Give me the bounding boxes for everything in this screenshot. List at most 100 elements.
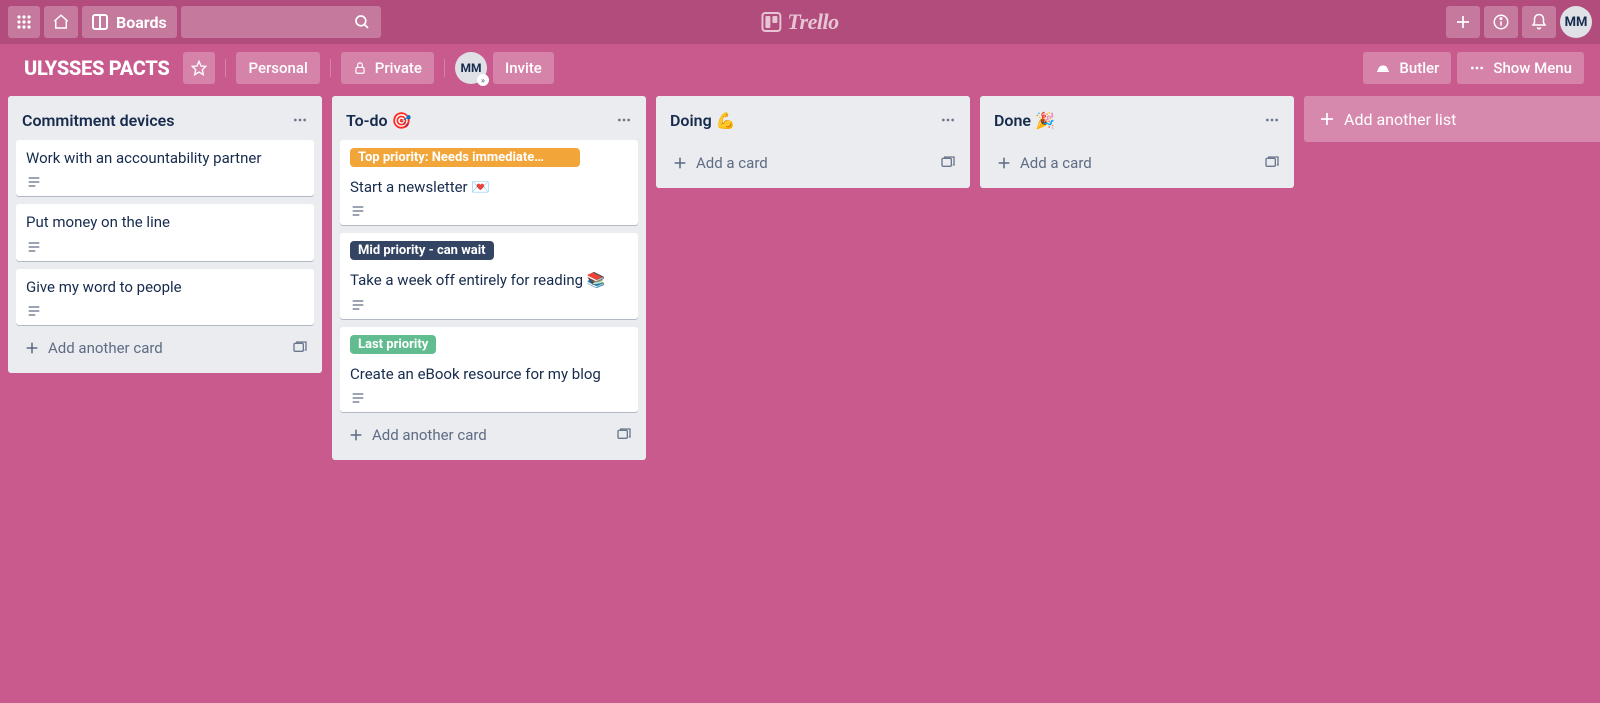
- card[interactable]: Top priority: Needs immediate… Start a n…: [340, 140, 638, 225]
- card-label[interactable]: Mid priority - can wait: [350, 241, 494, 260]
- card-badges: [26, 233, 304, 255]
- list-done: Done 🎉 Add a card: [980, 96, 1294, 188]
- description-icon: [26, 303, 42, 319]
- member-initials: MM: [460, 61, 481, 75]
- list-title[interactable]: To-do 🎯: [346, 111, 610, 130]
- card-badges: [350, 384, 628, 406]
- card-title: Work with an accountability partner: [26, 148, 304, 168]
- create-button[interactable]: [1446, 6, 1480, 38]
- list-menu-button[interactable]: [934, 106, 962, 134]
- show-menu-label: Show Menu: [1493, 59, 1572, 77]
- invite-label: Invite: [505, 59, 542, 77]
- card-badges: [350, 197, 628, 219]
- boards-button[interactable]: Boards: [82, 6, 177, 38]
- invite-button[interactable]: Invite: [493, 52, 554, 84]
- plus-icon: [996, 155, 1012, 171]
- more-horizontal-icon: [292, 112, 308, 128]
- show-menu-button[interactable]: Show Menu: [1457, 52, 1584, 84]
- star-button[interactable]: [183, 52, 215, 84]
- more-horizontal-icon: [940, 112, 956, 128]
- template-icon: [616, 427, 632, 443]
- boards-icon: [92, 14, 108, 30]
- list-footer: Add another card: [332, 412, 646, 460]
- card-label[interactable]: Top priority: Needs immediate…: [350, 148, 580, 167]
- plus-icon: [348, 427, 364, 443]
- more-icon: [1469, 60, 1485, 76]
- list-title[interactable]: Doing 💪: [670, 111, 934, 130]
- card-title: Put money on the line: [26, 212, 304, 232]
- description-icon: [350, 297, 366, 313]
- trello-icon: [761, 12, 781, 32]
- bell-icon: [1530, 13, 1548, 31]
- butler-label: Butler: [1399, 59, 1439, 77]
- workspace-label: Personal: [248, 59, 307, 77]
- list-header: Commitment devices: [8, 96, 322, 140]
- lock-icon: [353, 61, 367, 75]
- board-header: ULYSSES PACTS Personal Private MM » Invi…: [0, 44, 1600, 92]
- top-bar-right: MM: [1446, 6, 1592, 38]
- butler-icon: [1375, 60, 1391, 76]
- trello-logo[interactable]: Trello: [761, 9, 838, 35]
- info-button[interactable]: [1484, 6, 1518, 38]
- list-menu-button[interactable]: [286, 106, 314, 134]
- description-icon: [350, 390, 366, 406]
- avatar-badge-icon: »: [477, 74, 489, 86]
- add-card-button[interactable]: Add another card: [16, 333, 280, 363]
- add-list-label: Add another list: [1344, 110, 1456, 129]
- plus-icon: [1454, 13, 1472, 31]
- list-header: To-do 🎯: [332, 96, 646, 140]
- template-button[interactable]: [286, 334, 314, 362]
- card-title: Start a newsletter 💌: [350, 177, 628, 197]
- board-name[interactable]: ULYSSES PACTS: [16, 56, 177, 80]
- home-button[interactable]: [44, 6, 78, 38]
- add-card-button[interactable]: Add a card: [664, 148, 928, 178]
- template-button[interactable]: [1258, 149, 1286, 177]
- card-label[interactable]: Last priority: [350, 335, 436, 354]
- card[interactable]: Work with an accountability partner: [16, 140, 314, 196]
- avatar-initials: MM: [1565, 15, 1588, 30]
- logo-text: Trello: [787, 9, 838, 35]
- card-title: Take a week off entirely for reading 📚: [350, 270, 628, 290]
- notifications-button[interactable]: [1522, 6, 1556, 38]
- card[interactable]: Put money on the line: [16, 204, 314, 260]
- template-button[interactable]: [610, 421, 638, 449]
- add-card-label: Add a card: [1020, 154, 1092, 172]
- workspace-button[interactable]: Personal: [236, 52, 319, 84]
- list-footer: Add a card: [980, 140, 1294, 188]
- list-footer: Add another card: [8, 325, 322, 373]
- list-footer: Add a card: [656, 140, 970, 188]
- card-title: Create an eBook resource for my blog: [350, 364, 628, 384]
- search-input[interactable]: [181, 6, 381, 38]
- add-card-label: Add another card: [372, 426, 487, 444]
- list-title[interactable]: Commitment devices: [22, 111, 286, 130]
- list-cards: Work with an accountability partner Put …: [8, 140, 322, 325]
- card-badges: [26, 168, 304, 190]
- template-button[interactable]: [934, 149, 962, 177]
- card-title: Give my word to people: [26, 277, 304, 297]
- add-card-label: Add another card: [48, 339, 163, 357]
- list-menu-button[interactable]: [610, 106, 638, 134]
- card[interactable]: Last priority Create an eBook resource f…: [340, 327, 638, 412]
- butler-button[interactable]: Butler: [1363, 52, 1451, 84]
- visibility-label: Private: [375, 59, 422, 77]
- list-todo: To-do 🎯 Top priority: Needs immediate… S…: [332, 96, 646, 460]
- divider: [225, 59, 226, 77]
- add-card-button[interactable]: Add another card: [340, 420, 604, 450]
- add-card-button[interactable]: Add a card: [988, 148, 1252, 178]
- avatar[interactable]: MM: [1560, 6, 1592, 38]
- card[interactable]: Give my word to people: [16, 269, 314, 325]
- apps-button[interactable]: [8, 6, 40, 38]
- divider: [444, 59, 445, 77]
- card-badges: [26, 297, 304, 319]
- member-avatar[interactable]: MM »: [455, 52, 487, 84]
- card[interactable]: Mid priority - can wait Take a week off …: [340, 233, 638, 318]
- list-menu-button[interactable]: [1258, 106, 1286, 134]
- visibility-button[interactable]: Private: [341, 52, 434, 84]
- add-list-button[interactable]: Add another list: [1304, 96, 1600, 142]
- list-doing: Doing 💪 Add a card: [656, 96, 970, 188]
- board-canvas: Commitment devices Work with an accounta…: [0, 92, 1600, 703]
- more-horizontal-icon: [616, 112, 632, 128]
- list-title[interactable]: Done 🎉: [994, 111, 1258, 130]
- plus-icon: [672, 155, 688, 171]
- plus-icon: [24, 340, 40, 356]
